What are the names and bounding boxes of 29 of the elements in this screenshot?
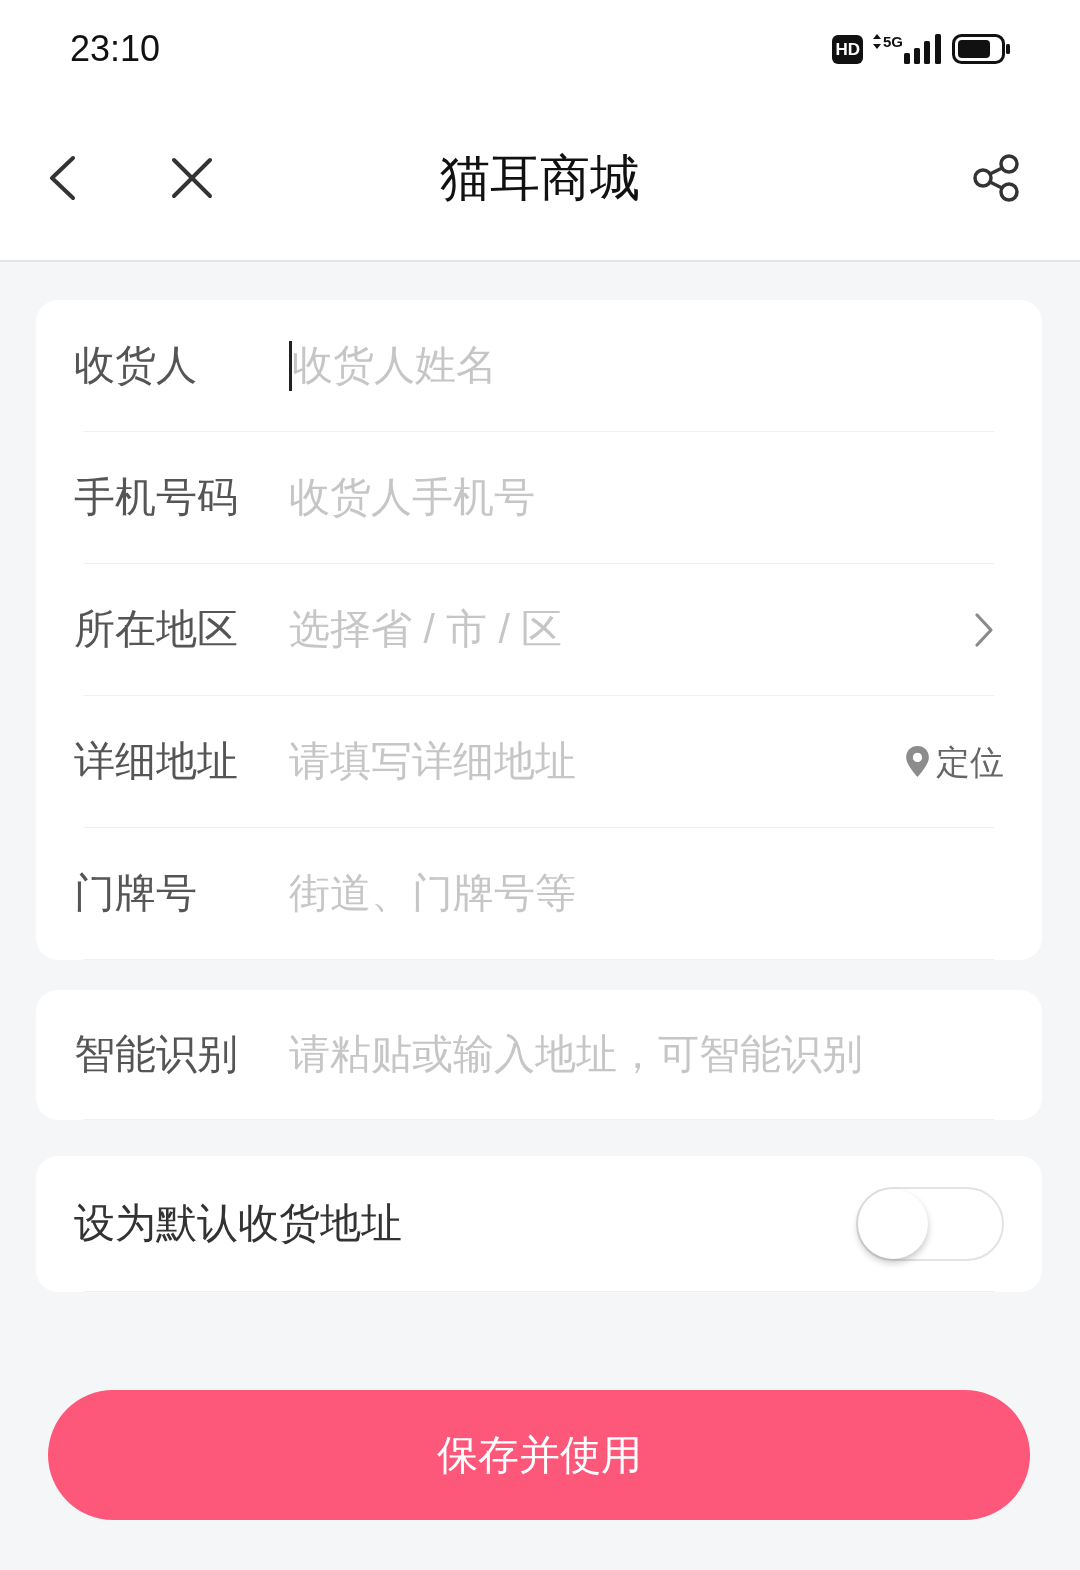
smart-parse-field[interactable]: 智能识别 请粘贴或输入地址，可智能识别 [36, 990, 1042, 1120]
locate-button[interactable]: 定位 [905, 744, 1004, 779]
data-arrows-icon [873, 34, 881, 49]
hd-indicator: HD [832, 34, 863, 64]
input-field[interactable]: 请粘贴或输入地址，可智能识别 [289, 1024, 1004, 1085]
field-label: 手机号码 [74, 477, 238, 518]
back-icon[interactable] [48, 155, 76, 201]
share-icon[interactable] [972, 153, 1020, 203]
field-label: 智能识别 [74, 1034, 238, 1075]
field-label: 详细地址 [74, 741, 238, 782]
network-type: 5G [883, 34, 903, 49]
battery-icon [952, 34, 1010, 64]
field-label: 门牌号 [74, 873, 197, 914]
close-icon[interactable] [171, 157, 213, 199]
signal-bars-icon [904, 34, 942, 64]
field-label: 收货人 [74, 345, 197, 386]
input-field[interactable]: 街道、门牌号等 [289, 863, 1004, 924]
field-label: 所在地区 [74, 609, 238, 650]
chevron-right-icon [974, 611, 994, 648]
default-address-label: 设为默认收货地址 [74, 1203, 402, 1244]
save-button[interactable]: 保存并使用 [48, 1390, 1030, 1520]
input-field[interactable]: 收货人手机号 [289, 467, 1004, 528]
page-title: 猫耳商城 [440, 153, 640, 203]
status-time: 23:10 [70, 31, 161, 67]
map-pin-icon [905, 745, 930, 778]
input-field[interactable]: 收货人姓名 [292, 335, 1004, 396]
region-select-field[interactable]: 选择省 / 市 / 区 [289, 599, 974, 660]
input-field[interactable]: 请填写详细地址 [289, 731, 905, 792]
toggle-switch[interactable] [856, 1186, 1004, 1261]
